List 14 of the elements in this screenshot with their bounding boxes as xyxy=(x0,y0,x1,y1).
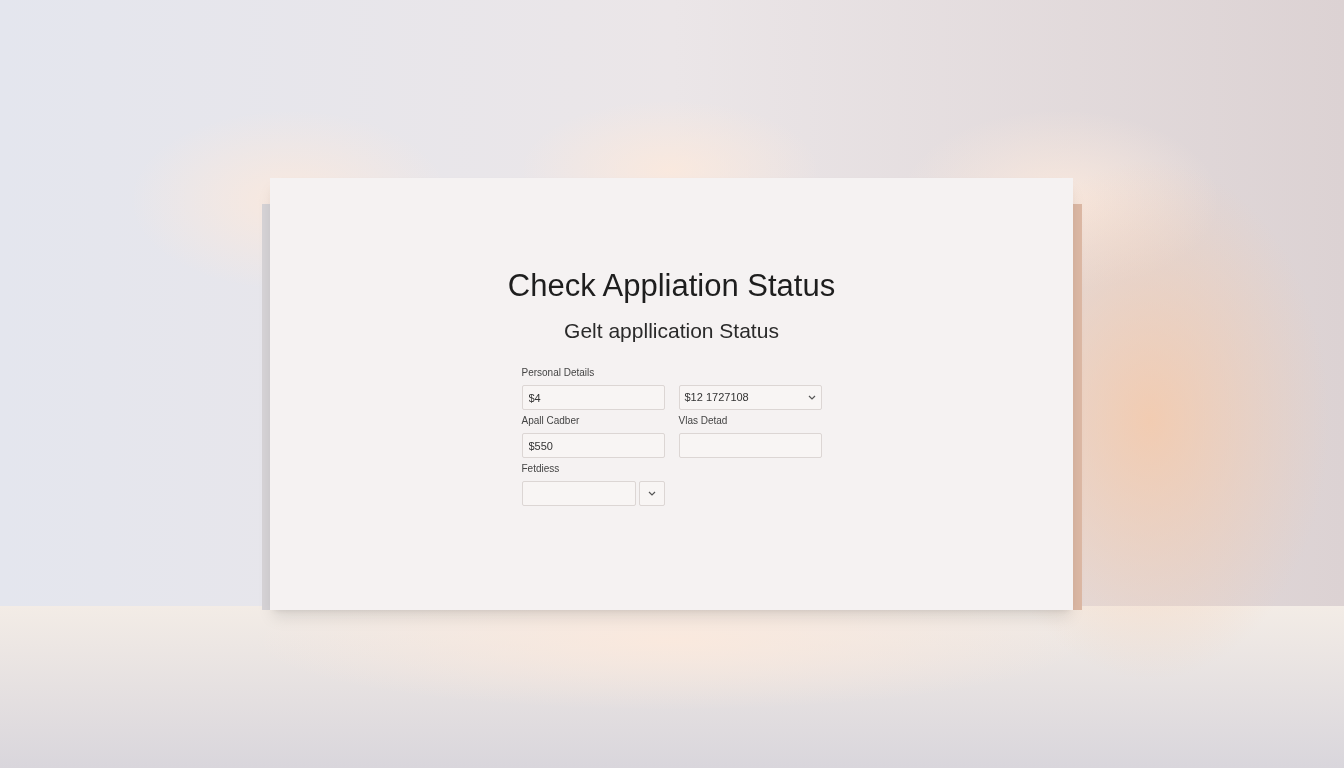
dropdown-button[interactable] xyxy=(638,481,665,506)
dropdown-field[interactable]: $12 1727108 xyxy=(678,385,822,410)
field-label: Apall Cadber xyxy=(521,414,581,428)
field-label: Vlas Detad xyxy=(678,414,729,428)
page-title: Check Appliation Status xyxy=(507,268,836,304)
page-subtitle: Gelt appllication Status xyxy=(564,318,779,344)
input-field[interactable]: $550 xyxy=(521,433,665,458)
field-label: Personal Details xyxy=(521,366,596,380)
field-label: Fetdiess xyxy=(521,462,561,476)
input-field[interactable]: $4 xyxy=(521,385,665,410)
chevron-down-icon xyxy=(807,395,816,400)
input-field[interactable] xyxy=(521,481,636,506)
chevron-down-icon xyxy=(647,491,656,496)
input-field[interactable] xyxy=(678,433,822,458)
